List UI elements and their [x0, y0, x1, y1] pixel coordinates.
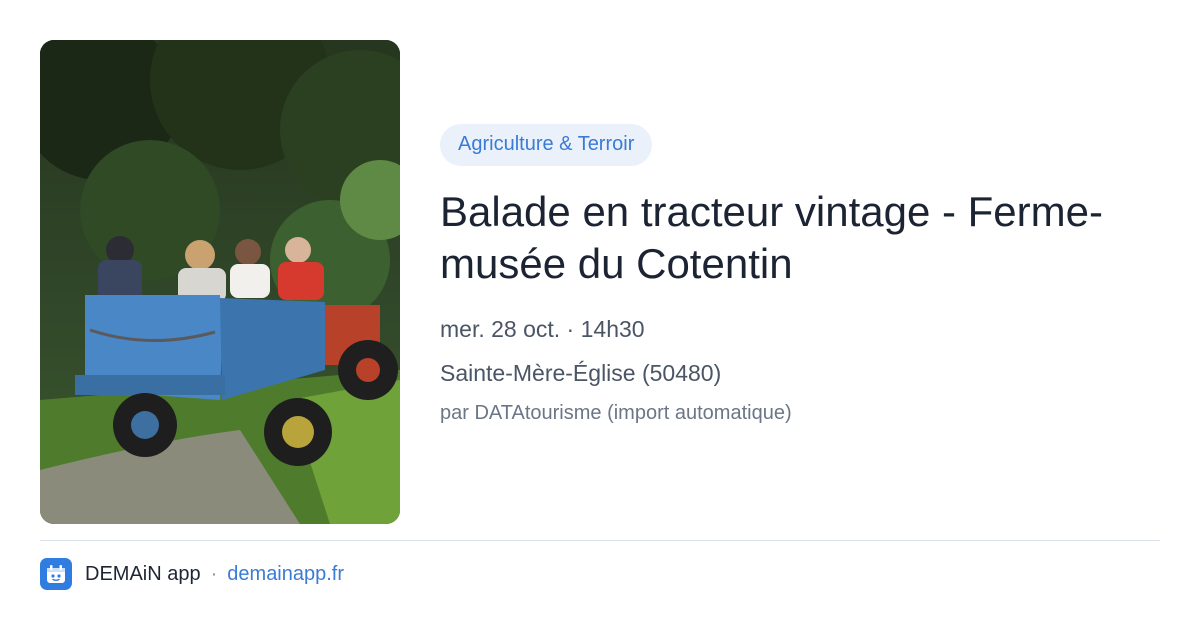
event-title[interactable]: Balade en tracteur vintage - Ferme-musée… [440, 186, 1170, 290]
event-source: par DATAtourisme (import automatique) [440, 402, 792, 424]
footer: DEMAiN app · demainapp.fr [40, 558, 344, 590]
app-domain-link[interactable]: demainapp.fr [227, 563, 344, 586]
demain-app-logo-icon[interactable] [40, 558, 72, 590]
event-photo[interactable] [40, 40, 400, 524]
category-badge[interactable]: Agriculture & Terroir [440, 124, 653, 166]
event-date-time: mer. 28 oct. · 14h30 [440, 316, 645, 342]
footer-separator: · [210, 562, 218, 585]
footer-divider [40, 540, 1160, 541]
event-location: Sainte-Mère-Église (50480) [440, 360, 722, 386]
app-name: DEMAiN app [85, 562, 201, 585]
event-details: Agriculture & Terroir Balade en tracteur… [440, 124, 1170, 425]
tractor-wagon-ride-photo-icon [40, 40, 400, 524]
